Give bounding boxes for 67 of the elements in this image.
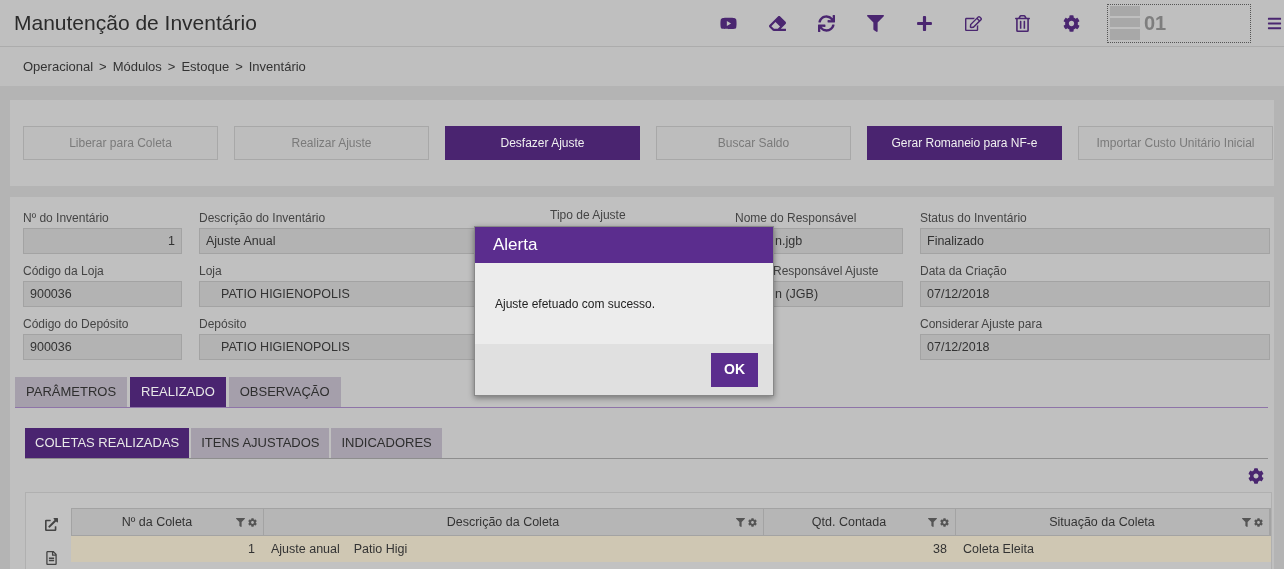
table-cell-text: 1: [247, 540, 255, 558]
field-label: Data da Criação: [920, 263, 1008, 278]
text-field[interactable]: 900036: [23, 334, 182, 360]
eraser-icon[interactable]: [769, 14, 786, 32]
settings-icon[interactable]: [940, 517, 949, 527]
menu-icon[interactable]: [1267, 15, 1282, 31]
text-field[interactable]: Finalizado: [920, 228, 1270, 254]
field-label: Considerar Ajuste para: [920, 316, 1044, 331]
settings-icon[interactable]: [1063, 14, 1080, 32]
table-cell-text: 38: [932, 540, 947, 558]
breadcrumb-link[interactable]: Módulos: [112, 56, 162, 77]
column-header[interactable]: Descrição da Coleta: [270, 512, 736, 532]
tab[interactable]: ITENS AJUSTADOS: [191, 428, 330, 458]
column-header[interactable]: Situação da Coleta: [962, 512, 1242, 532]
tab[interactable]: OBSERVAÇÃO: [228, 377, 341, 407]
text-field[interactable]: 1: [23, 228, 182, 254]
tab[interactable]: COLETAS REALIZADAS: [25, 428, 190, 458]
refresh-icon[interactable]: [818, 14, 835, 32]
breadcrumb-separator: >: [99, 57, 107, 76]
action-button[interactable]: Desfazer Ajuste: [445, 126, 640, 160]
tab[interactable]: PARÂMETROS: [15, 377, 128, 407]
page-title: Manutenção de Inventário: [14, 10, 257, 37]
field-label: Nº do Inventário: [23, 210, 110, 225]
action-button[interactable]: Gerar Romaneio para NF-e: [867, 126, 1062, 160]
plus-icon[interactable]: [916, 14, 933, 32]
trash-icon[interactable]: [1014, 14, 1031, 32]
field-label: Código da Loja: [23, 263, 105, 278]
ok-button[interactable]: OK: [711, 352, 758, 387]
filter-icon[interactable]: [1242, 517, 1251, 527]
tab[interactable]: REALIZADO: [130, 377, 226, 407]
field-label: Depósito: [199, 316, 248, 331]
breadcrumb-link[interactable]: Operacional: [23, 56, 94, 77]
dialog-message: Ajuste efetuado com sucesso.: [495, 295, 656, 313]
column-header[interactable]: Qtd. Contada: [770, 512, 928, 532]
table-cell-text: Ajuste anual Patio Higi: [271, 540, 409, 558]
filter-icon[interactable]: [867, 14, 884, 32]
external-link-icon[interactable]: [44, 518, 58, 531]
dialog-title: Alerta: [493, 234, 538, 257]
field-label: Loja: [199, 263, 223, 278]
field-label: Status do Inventário: [920, 210, 1028, 225]
document-icon[interactable]: [44, 551, 58, 565]
field-label: Código do Depósito: [23, 316, 130, 331]
table-row[interactable]: 1 Ajuste anual Patio Higi 38 Coleta Eleita: [71, 536, 1271, 562]
field-label: Descrição do Inventário: [199, 210, 327, 225]
store-code: 01: [1144, 11, 1167, 36]
breadcrumb-separator: >: [235, 57, 243, 76]
settings-icon[interactable]: [1254, 517, 1263, 527]
breadcrumb-link[interactable]: Inventário: [248, 56, 306, 77]
settings-icon[interactable]: [1248, 468, 1264, 484]
field-label: Responsável Ajuste: [772, 263, 880, 278]
settings-icon[interactable]: [248, 517, 257, 527]
field-label: Tipo de Ajuste: [550, 207, 627, 222]
table-cell-text: Coleta Eleita: [963, 540, 1035, 558]
column-header[interactable]: Nº da Coleta: [78, 512, 236, 532]
field-label: Nome do Responsável: [735, 210, 858, 225]
text-field[interactable]: 07/12/2018: [920, 281, 1270, 307]
filter-icon[interactable]: [736, 517, 745, 527]
tab[interactable]: INDICADORES: [331, 428, 442, 458]
edit-icon[interactable]: [965, 14, 982, 32]
settings-icon[interactable]: [748, 517, 757, 527]
text-field[interactable]: 07/12/2018: [920, 334, 1270, 360]
breadcrumb-link[interactable]: Estoque: [181, 56, 230, 77]
filter-icon[interactable]: [928, 517, 937, 527]
filter-icon[interactable]: [236, 517, 245, 527]
breadcrumb-separator: >: [167, 57, 176, 76]
text-field[interactable]: 900036: [23, 281, 182, 307]
logo-icon: [1110, 6, 1140, 40]
